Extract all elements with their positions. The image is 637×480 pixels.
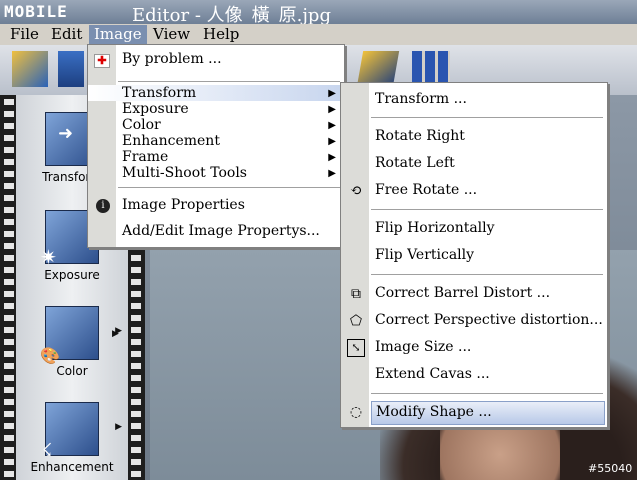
submenu-arrow-icon: ▶ [328, 168, 336, 179]
tool-enhancement[interactable]: ☇ Enhancement ▶ [16, 402, 128, 474]
menu-image[interactable]: Image [89, 25, 147, 44]
open-folder-icon[interactable] [12, 51, 48, 87]
menu-item-image-size[interactable]: ⤡ Image Size ... [341, 339, 607, 357]
tool-label: Enhancement [30, 460, 114, 474]
menu-help[interactable]: Help [198, 25, 244, 44]
menu-bar: File Edit Image View Help [0, 24, 637, 45]
separator [371, 274, 603, 275]
perspective-icon: ⬠ [349, 313, 363, 329]
transform-submenu: Transform ... Rotate Right Rotate Left ⟲… [340, 82, 608, 428]
menu-item-add-edit-properties[interactable]: Add/Edit Image Propertys... [88, 223, 344, 241]
menu-item-flip-horizontally[interactable]: Flip Horizontally [341, 220, 607, 238]
menu-item-extend-canvas[interactable]: Extend Cavas ... [341, 366, 607, 384]
filmstrip-left [4, 95, 14, 480]
first-aid-icon: ✚ [94, 54, 110, 68]
menu-view[interactable]: View [148, 25, 195, 44]
menu-file[interactable]: File [5, 25, 44, 44]
submenu-arrow-icon: ▶ [328, 88, 336, 99]
palette-icon: 🎨 [40, 306, 99, 365]
menu-item-transform[interactable]: Transform ▶ [88, 85, 344, 101]
separator [118, 187, 340, 188]
tool-label: Exposure [44, 268, 100, 282]
separator [371, 117, 603, 118]
resize-icon: ⤡ [347, 339, 365, 357]
info-icon: i [96, 199, 110, 213]
watermark: #55040 [588, 462, 633, 475]
separator [371, 393, 603, 394]
title-bar: MOBILE Editor - 人像_橫_原.jpg [0, 0, 637, 26]
menu-item-frame[interactable]: Frame ▶ [88, 149, 344, 165]
barrel-icon: ⧉ [351, 286, 361, 302]
menu-item-barrel-distort[interactable]: ⧉ Correct Barrel Distort ... [341, 285, 607, 303]
menu-item-image-properties[interactable]: i Image Properties [88, 197, 344, 215]
submenu-arrow-icon: ▶ [328, 136, 336, 147]
submenu-arrow-icon: ▶ [328, 152, 336, 163]
menu-item-transform-dialog[interactable]: Transform ... [341, 91, 607, 109]
menu-item-rotate-left[interactable]: Rotate Left [341, 155, 607, 173]
separator [371, 209, 603, 210]
submenu-arrow-icon: ▶ [328, 120, 336, 131]
tool-label: Color [56, 364, 88, 378]
menu-item-perspective[interactable]: ⬠ Correct Perspective distortion... [341, 312, 607, 330]
menu-item-rotate-right[interactable]: Rotate Right [341, 128, 607, 146]
menu-item-by-problem[interactable]: ✚ By problem ... [88, 51, 344, 71]
image-menu: ✚ By problem ... Transform ▶ Exposure ▶ … [87, 44, 345, 248]
expand-arrow-icon[interactable]: ▶ [115, 422, 122, 432]
rotate-icon: ⟲ [350, 183, 362, 199]
submenu-arrow-icon: ▶ [328, 104, 336, 115]
save-icon[interactable] [58, 51, 84, 87]
shape-icon: ◌ [349, 404, 363, 420]
menu-item-flip-vertically[interactable]: Flip Vertically [341, 247, 607, 265]
menu-item-enhancement[interactable]: Enhancement ▶ [88, 133, 344, 149]
menu-item-free-rotate[interactable]: ⟲ Free Rotate ... [341, 182, 607, 200]
menu-edit[interactable]: Edit [46, 25, 87, 44]
menu-item-color[interactable]: Color ▶ [88, 117, 344, 133]
enhancement-icon: ☇ [42, 402, 99, 461]
separator [118, 81, 340, 82]
menu-item-multi-shoot[interactable]: Multi-Shoot Tools ▶ [88, 165, 344, 181]
app-logo: MOBILE [4, 2, 68, 21]
menu-item-exposure[interactable]: Exposure ▶ [88, 101, 344, 117]
tool-color[interactable]: 🎨 Color ▶ [16, 306, 128, 378]
menu-item-modify-shape[interactable]: Modify Shape ... [371, 401, 605, 425]
